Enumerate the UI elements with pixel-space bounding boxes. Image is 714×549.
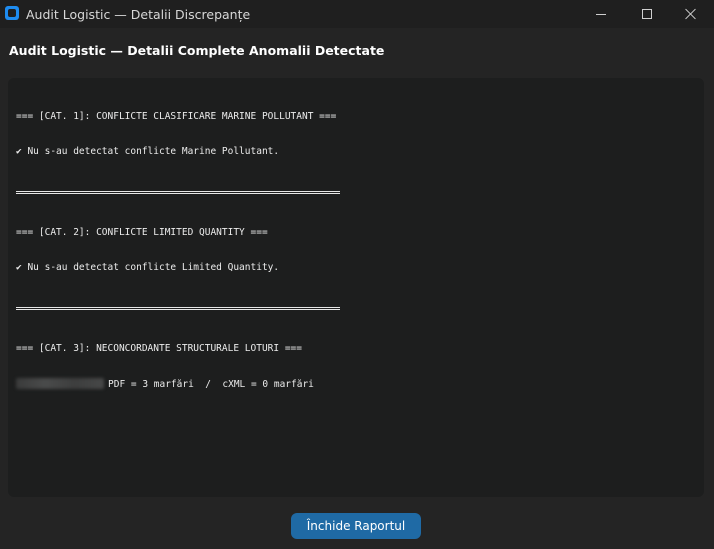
report-text: === [CAT. 1]: CONFLICTE CLASIFICARE MARI… [16, 88, 696, 413]
report-panel[interactable]: === [CAT. 1]: CONFLICTE CLASIFICARE MARI… [8, 78, 704, 497]
minimize-button[interactable] [578, 0, 624, 28]
page-title: Audit Logistic — Detalii Complete Anomal… [9, 43, 385, 58]
maximize-icon [642, 9, 652, 19]
cat3-result-text: PDF = 3 marfări / cXML = 0 marfări [108, 378, 314, 390]
section-divider [16, 307, 340, 310]
cat3-header: === [CAT. 3]: NECONCORDANTE STRUCTURALE … [16, 343, 302, 354]
maximize-button[interactable] [624, 0, 670, 28]
section-divider [16, 191, 340, 194]
title-bar: Audit Logistic — Detalii Discrepanțe [0, 0, 714, 28]
close-icon [685, 8, 697, 20]
window-title: Audit Logistic — Detalii Discrepanțe [26, 7, 251, 22]
cat1-header: === [CAT. 1]: CONFLICTE CLASIFICARE MARI… [16, 111, 337, 122]
cat2-result: ✔ Nu s-au detectat conflicte Limited Qua… [16, 261, 280, 273]
app-icon [5, 6, 19, 20]
close-window-button[interactable] [668, 0, 714, 28]
cat3-result: PDF = 3 marfări / cXML = 0 marfări [16, 377, 696, 391]
close-report-button[interactable]: Închide Raportul [291, 513, 421, 539]
redacted-lot-id [16, 377, 104, 389]
cat1-result: ✔ Nu s-au detectat conflicte Marine Poll… [16, 145, 280, 157]
cat2-header: === [CAT. 2]: CONFLICTE LIMITED QUANTITY… [16, 227, 268, 238]
minimize-icon [596, 13, 606, 15]
